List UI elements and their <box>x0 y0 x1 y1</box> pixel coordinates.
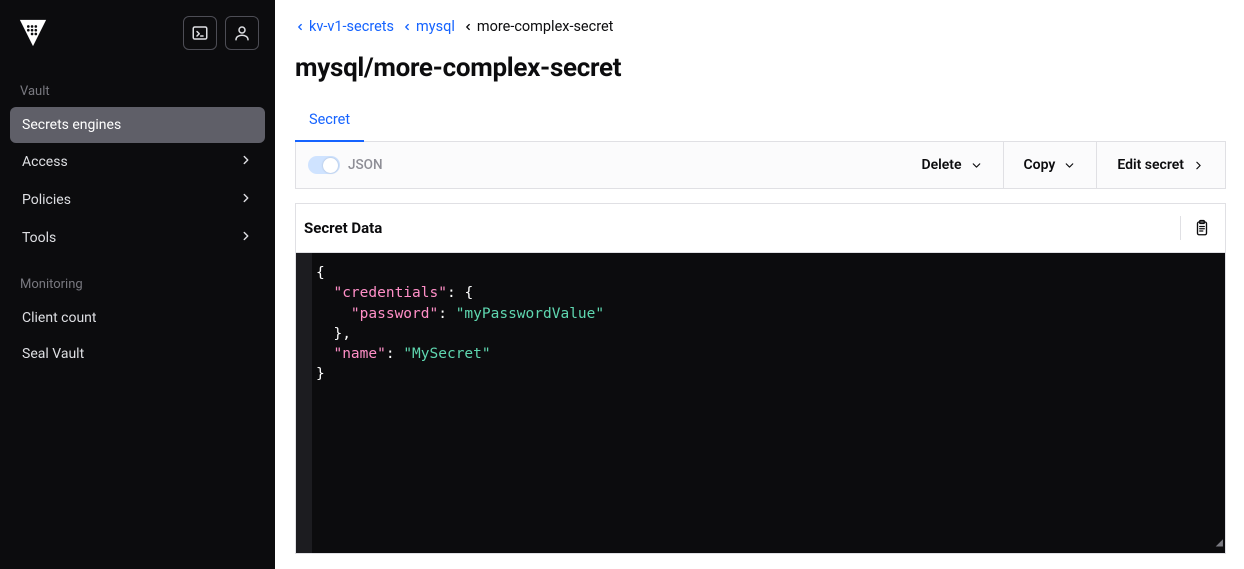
header-icon-group <box>183 16 259 50</box>
chevron-right-icon <box>239 191 253 209</box>
sidebar-item-access[interactable]: Access <box>10 143 265 181</box>
chevron-right-icon <box>239 153 253 171</box>
secret-data-panel: Secret Data { "credentials": { "password… <box>295 203 1226 554</box>
sidebar-item-policies[interactable]: Policies <box>10 181 265 219</box>
json-toggle-label: JSON <box>348 157 383 173</box>
resize-handle-icon: ◢ <box>1216 534 1223 551</box>
chevron-down-icon <box>970 159 983 172</box>
sidebar-item-label: Client count <box>22 310 96 326</box>
secret-json-viewer[interactable]: { "credentials": { "password": "myPasswo… <box>296 253 1225 553</box>
sidebar-item-label: Seal Vault <box>22 346 84 362</box>
sidebar-item-label: Tools <box>22 230 56 246</box>
copy-button[interactable]: Copy <box>1003 142 1097 188</box>
toolbar: JSON Delete Copy Edit secret <box>295 142 1226 189</box>
breadcrumb-link[interactable]: kv-v1-secrets <box>295 18 394 35</box>
vault-logo[interactable] <box>16 16 50 50</box>
chevron-right-icon <box>1192 159 1205 172</box>
chevron-left-icon <box>463 22 473 32</box>
json-toggle-group: JSON <box>296 156 395 174</box>
sidebar-item-label: Access <box>22 154 68 170</box>
user-menu-button[interactable] <box>225 16 259 50</box>
sidebar-item-label: Secrets engines <box>22 117 121 133</box>
breadcrumb-label: kv-v1-secrets <box>309 18 394 35</box>
breadcrumb-label: more-complex-secret <box>477 18 614 35</box>
sidebar-item-seal-vault[interactable]: Seal Vault <box>10 336 265 372</box>
chevron-left-icon <box>295 22 305 32</box>
sidebar-section-vault: Vault <box>10 64 265 107</box>
console-button[interactable] <box>183 16 217 50</box>
sidebar-section-monitoring: Monitoring <box>10 257 265 300</box>
breadcrumb: kv-v1-secrets mysql more-complex-secret <box>295 14 1226 35</box>
chevron-left-icon <box>402 22 412 32</box>
main-content: kv-v1-secrets mysql more-complex-secret … <box>275 0 1244 569</box>
sidebar-item-secrets-engines[interactable]: Secrets engines <box>10 107 265 143</box>
chevron-down-icon <box>1063 159 1076 172</box>
sidebar-item-client-count[interactable]: Client count <box>10 300 265 336</box>
chevron-right-icon <box>239 229 253 247</box>
panel-heading: Secret Data <box>304 219 382 237</box>
edit-secret-button[interactable]: Edit secret <box>1096 142 1225 188</box>
copy-secret-button[interactable] <box>1180 216 1211 240</box>
json-toggle[interactable] <box>308 156 340 174</box>
delete-button[interactable]: Delete <box>901 142 1002 188</box>
breadcrumb-link[interactable]: mysql <box>402 18 455 35</box>
sidebar-item-tools[interactable]: Tools <box>10 219 265 257</box>
tab-row: Secret <box>295 101 1226 142</box>
page-title: mysql/more-complex-secret <box>295 53 1226 83</box>
button-label: Edit secret <box>1117 157 1184 173</box>
sidebar-item-label: Policies <box>22 192 71 208</box>
button-label: Copy <box>1024 157 1056 173</box>
button-label: Delete <box>921 157 961 173</box>
breadcrumb-current: more-complex-secret <box>463 18 614 35</box>
tab-secret[interactable]: Secret <box>295 101 364 142</box>
panel-heading-row: Secret Data <box>296 204 1225 253</box>
sidebar: Vault Secrets engines Access Policies To… <box>0 0 275 569</box>
clipboard-icon <box>1193 219 1211 237</box>
breadcrumb-label: mysql <box>416 18 455 35</box>
sidebar-header <box>10 14 265 64</box>
